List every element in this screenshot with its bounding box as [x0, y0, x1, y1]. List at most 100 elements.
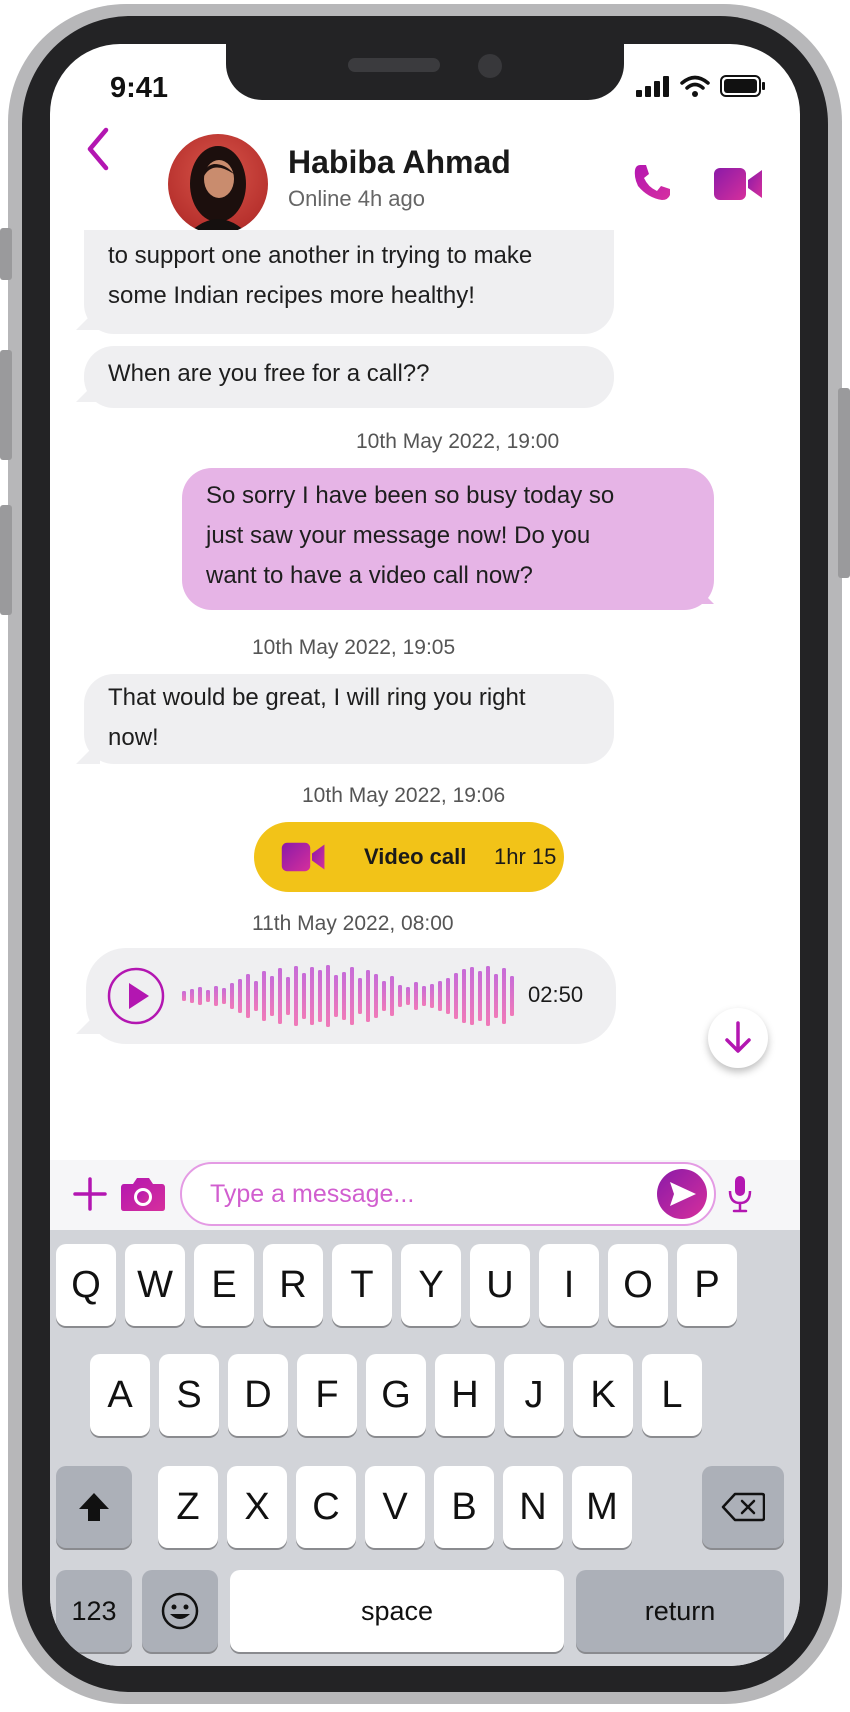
scroll-to-bottom-button[interactable]: [708, 1008, 768, 1068]
microphone-icon[interactable]: [726, 1174, 754, 1214]
key-p[interactable]: P: [677, 1244, 737, 1326]
key-r[interactable]: R: [263, 1244, 323, 1326]
waveform-bar: [310, 967, 314, 1025]
waveform-bar: [254, 981, 258, 1011]
waveform-bar: [206, 990, 210, 1002]
message-line: to support one another in trying to make: [108, 242, 533, 269]
video-camera-icon: [281, 842, 325, 872]
waveform-bar: [422, 986, 426, 1006]
message-incoming[interactable]: That would be great, I will ring you rig…: [84, 674, 614, 764]
message-input-placeholder: Type a message...: [210, 1180, 415, 1208]
waveform-bar: [462, 969, 466, 1023]
waveform-bar: [382, 981, 386, 1011]
key-x[interactable]: X: [227, 1466, 287, 1548]
waveform-bar: [342, 972, 346, 1020]
key-w[interactable]: W: [125, 1244, 185, 1326]
key-z[interactable]: Z: [158, 1466, 218, 1548]
camera-icon[interactable]: [120, 1176, 166, 1212]
phone-power-button: [838, 388, 850, 578]
key-q[interactable]: Q: [56, 1244, 116, 1326]
emoji-icon: [161, 1592, 199, 1630]
shift-icon: [79, 1493, 109, 1521]
voice-note: 02:50: [86, 948, 616, 1044]
key-y[interactable]: Y: [401, 1244, 461, 1326]
key-s[interactable]: S: [159, 1354, 219, 1436]
key-l[interactable]: L: [642, 1354, 702, 1436]
waveform-bar: [326, 965, 330, 1027]
return-key[interactable]: return: [576, 1570, 784, 1652]
avatar-portrait: [188, 146, 248, 234]
message-line: now!: [108, 724, 159, 751]
waveform-bar: [446, 978, 450, 1014]
key-h[interactable]: H: [435, 1354, 495, 1436]
status-icons: [636, 74, 766, 98]
timestamp: 11th May 2022, 08:00: [252, 912, 454, 935]
key-i[interactable]: I: [539, 1244, 599, 1326]
phone-volume-down: [0, 505, 12, 615]
waveform-bar: [478, 971, 482, 1021]
voice-duration: 02:50: [528, 982, 584, 1007]
message-outgoing[interactable]: So sorry I have been so busy today so ju…: [182, 468, 714, 610]
waveform-bar: [214, 986, 218, 1006]
waveform-bar: [302, 973, 306, 1019]
shift-key[interactable]: [56, 1466, 132, 1548]
waveform-bar: [494, 974, 498, 1018]
status-time: 9:41: [110, 72, 169, 104]
waveform-bar: [470, 967, 474, 1025]
contact-status: Online 4h ago: [288, 186, 425, 211]
key-b[interactable]: B: [434, 1466, 494, 1548]
emoji-key[interactable]: [142, 1570, 218, 1652]
waveform-bar: [230, 983, 234, 1009]
key-o[interactable]: O: [608, 1244, 668, 1326]
waveform-bar: [318, 970, 322, 1022]
numbers-key[interactable]: 123: [56, 1570, 132, 1652]
key-c[interactable]: C: [296, 1466, 356, 1548]
send-icon[interactable]: [656, 1168, 708, 1220]
avatar[interactable]: [168, 134, 268, 234]
message-incoming[interactable]: to support one another in trying to make…: [84, 230, 614, 334]
waveform-icon: [182, 965, 514, 1027]
backspace-key[interactable]: [702, 1466, 784, 1548]
waveform-bar: [294, 966, 298, 1026]
waveform-bar: [238, 979, 242, 1013]
key-v[interactable]: V: [365, 1466, 425, 1548]
front-camera: [478, 54, 502, 78]
back-chevron-icon[interactable]: [80, 124, 116, 174]
signal-icon: [636, 76, 669, 97]
key-f[interactable]: F: [297, 1354, 357, 1436]
message-input[interactable]: Type a message...: [180, 1162, 716, 1226]
waveform-bar: [438, 981, 442, 1011]
key-k[interactable]: K: [573, 1354, 633, 1436]
video-camera-icon[interactable]: [714, 166, 764, 202]
key-j[interactable]: J: [504, 1354, 564, 1436]
waveform-bar: [454, 973, 458, 1019]
speaker: [348, 58, 440, 72]
key-n[interactable]: N: [503, 1466, 563, 1548]
arrow-down-icon: [725, 1021, 751, 1053]
waveform-bar: [398, 985, 402, 1007]
waveform-bar: [366, 970, 370, 1022]
message-line: So sorry I have been so busy today so: [206, 482, 615, 509]
message-incoming[interactable]: When are you free for a call??: [84, 346, 614, 408]
key-d[interactable]: D: [228, 1354, 288, 1436]
key-e[interactable]: E: [194, 1244, 254, 1326]
phone-side-button: [0, 228, 12, 280]
waveform-bar: [430, 984, 434, 1008]
waveform-bar: [198, 987, 202, 1005]
plus-icon[interactable]: [72, 1176, 108, 1212]
phone-icon[interactable]: [632, 162, 672, 202]
play-icon[interactable]: [106, 966, 166, 1026]
message-line: When are you free for a call??: [108, 360, 430, 387]
key-t[interactable]: T: [332, 1244, 392, 1326]
key-m[interactable]: M: [572, 1466, 632, 1548]
waveform-bar: [286, 977, 290, 1015]
message-line: That would be great, I will ring you rig…: [108, 684, 526, 711]
message-line: want to have a video call now?: [206, 562, 533, 589]
waveform-bar: [414, 982, 418, 1010]
key-g[interactable]: G: [366, 1354, 426, 1436]
video-call-record[interactable]: Video call 1hr 15: [254, 822, 564, 892]
waveform-bar: [334, 975, 338, 1017]
key-u[interactable]: U: [470, 1244, 530, 1326]
key-a[interactable]: A: [90, 1354, 150, 1436]
space-key[interactable]: space: [230, 1570, 564, 1652]
